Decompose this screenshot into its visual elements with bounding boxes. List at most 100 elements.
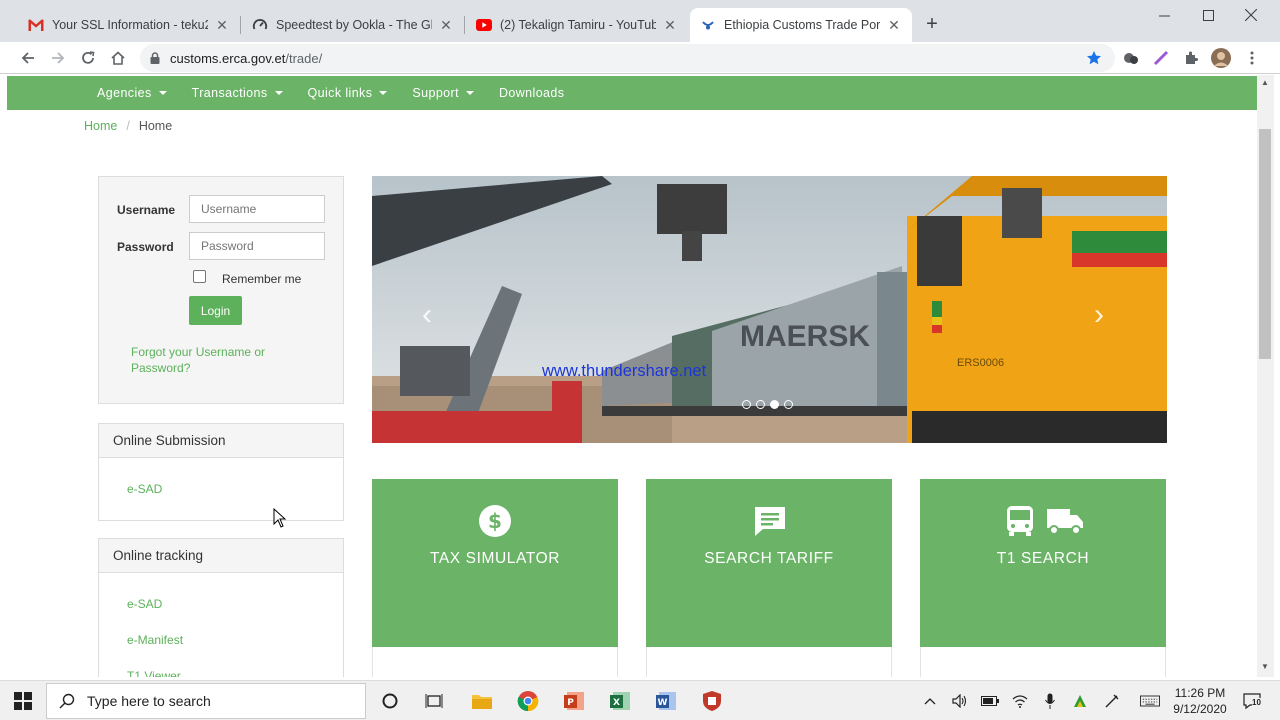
login-box: Username Password Remember me Login Forg… [98,176,344,404]
pen-extension-icon[interactable] [1149,46,1173,70]
tile-footer [920,647,1166,677]
tab-gmail[interactable]: Your SSL Information - teku2002 ✕ [18,8,240,42]
new-tab-button[interactable]: + [920,12,944,36]
emanifest-link[interactable]: e-Manifest [127,633,183,647]
tab-speedtest[interactable]: Speedtest by Ookla - The Global ✕ [242,8,464,42]
url-host: customs.erca.gov.et [170,50,286,66]
carousel-indicator-1[interactable] [742,400,751,409]
carousel-prev-icon[interactable]: ‹ [422,298,432,332]
tab-title: Ethiopia Customs Trade Portal [724,18,880,32]
t1-viewer-link[interactable]: T1 Viewer [127,669,181,677]
notification-center-icon[interactable]: 10 [1240,691,1264,711]
excel-icon[interactable]: X [608,689,632,713]
speaker-icon[interactable] [950,691,970,711]
caret-down-icon [379,91,388,95]
username-input[interactable] [189,195,325,223]
nav-label: Quick links [307,86,373,100]
tile-label: TAX SIMULATOR [429,550,561,567]
nav-label: Transactions [191,86,268,100]
bookmark-star-icon[interactable] [1082,46,1106,70]
scroll-down-icon[interactable]: ▼ [1261,662,1269,671]
panel-title: Online Submission [99,424,343,458]
nav-label: Support [412,86,459,100]
word-icon[interactable]: W [654,689,678,713]
cortana-icon[interactable] [378,689,402,713]
close-icon[interactable]: ✕ [438,17,454,33]
back-arrow-icon[interactable] [16,46,40,70]
forward-arrow-icon[interactable] [46,46,70,70]
breadcrumb-home-link[interactable]: Home [84,119,117,133]
microphone-icon[interactable] [1040,691,1060,711]
tab-separator [464,16,465,34]
carousel-next-icon[interactable]: › [1094,298,1104,332]
file-explorer-icon[interactable] [470,689,494,713]
minimize-icon[interactable] [1141,0,1187,30]
esad-tracking-link[interactable]: e-SAD [127,597,162,611]
close-icon[interactable]: ✕ [214,17,230,33]
menu-dots-icon[interactable] [1240,46,1264,70]
nav-label: Agencies [97,86,152,100]
clock-date: 9/12/2020 [1173,702,1227,716]
tab-separator [240,16,241,34]
close-window-icon[interactable] [1228,0,1274,30]
taskbar-clock[interactable]: 11:26 PM 9/12/2020 [1170,685,1230,717]
keyboard-icon[interactable] [1140,691,1160,711]
search-tariff-tile[interactable]: SEARCH TARIFF [646,479,892,647]
svg-text:$: $ [488,509,502,533]
lock-icon [150,52,160,64]
erca-icon [700,17,716,33]
password-input[interactable] [189,232,325,260]
page-scrollbar[interactable]: ▲ ▼ [1257,75,1274,677]
tab-title: Your SSL Information - teku2002 [52,18,208,32]
wifi-icon[interactable] [1010,691,1030,711]
nav-quick-links[interactable]: Quick links [308,86,388,100]
nav-support[interactable]: Support [412,86,474,100]
carousel-indicator-4[interactable] [784,400,793,409]
remember-me-checkbox[interactable] [193,270,206,283]
chevron-up-icon[interactable] [920,691,940,711]
puzzle-icon[interactable] [1179,46,1203,70]
login-button[interactable]: Login [189,296,242,325]
hero-carousel: MAERSK ERS0006 ‹ › www.thundershare.net [372,176,1167,443]
app-tray-icon[interactable] [1070,691,1090,711]
caret-down-icon [465,91,474,95]
tab-erca[interactable]: Ethiopia Customs Trade Portal ✕ [690,8,912,42]
windows-start-icon[interactable] [11,689,35,713]
tile-label: SEARCH TARIFF [704,550,834,567]
username-label: Username [117,203,176,217]
locomotive-id-text: ERS0006 [957,357,1004,369]
maximize-icon[interactable] [1185,0,1231,30]
carousel-indicator-2[interactable] [756,400,765,409]
battery-icon[interactable] [980,691,1000,711]
esad-submission-link[interactable]: e-SAD [127,482,162,496]
nav-downloads[interactable]: Downloads [499,86,564,100]
address-bar[interactable]: customs.erca.gov.et/trade/ [140,44,1115,72]
taskbar-search-box[interactable]: Type here to search [46,683,366,719]
nav-transactions[interactable]: Transactions [192,86,283,100]
pen-tray-icon[interactable] [1102,691,1122,711]
tab-youtube[interactable]: (2) Tekalign Tamiru - YouTube ✕ [466,8,688,42]
t1-search-tile[interactable]: T1 SEARCH [920,479,1166,647]
powerpoint-icon[interactable]: P [562,689,586,713]
close-icon[interactable]: ✕ [886,17,902,33]
chrome-icon[interactable] [516,689,540,713]
truck-icon [1046,507,1084,540]
forgot-password-link[interactable]: Forgot your Username or Password? [131,344,281,376]
close-icon[interactable]: ✕ [662,17,678,33]
extension-icon[interactable] [1119,46,1143,70]
tab-title: (2) Tekalign Tamiru - YouTube [500,18,656,32]
message-icon [753,505,787,542]
home-icon[interactable] [106,46,130,70]
carousel-indicator-3[interactable] [770,400,779,409]
browser-tab-strip: Your SSL Information - teku2002 ✕ Speedt… [0,0,1280,42]
tile-footer [646,647,892,677]
nav-agencies[interactable]: Agencies [97,86,167,100]
avatar[interactable] [1209,46,1233,70]
scrollbar-thumb[interactable] [1259,129,1271,359]
task-view-icon[interactable] [422,689,446,713]
scroll-up-icon[interactable]: ▲ [1261,78,1269,87]
shield-app-icon[interactable] [700,689,724,713]
reload-icon[interactable] [76,46,100,70]
tax-simulator-tile[interactable]: $ TAX SIMULATOR [372,479,618,647]
search-placeholder: Type here to search [87,693,211,709]
